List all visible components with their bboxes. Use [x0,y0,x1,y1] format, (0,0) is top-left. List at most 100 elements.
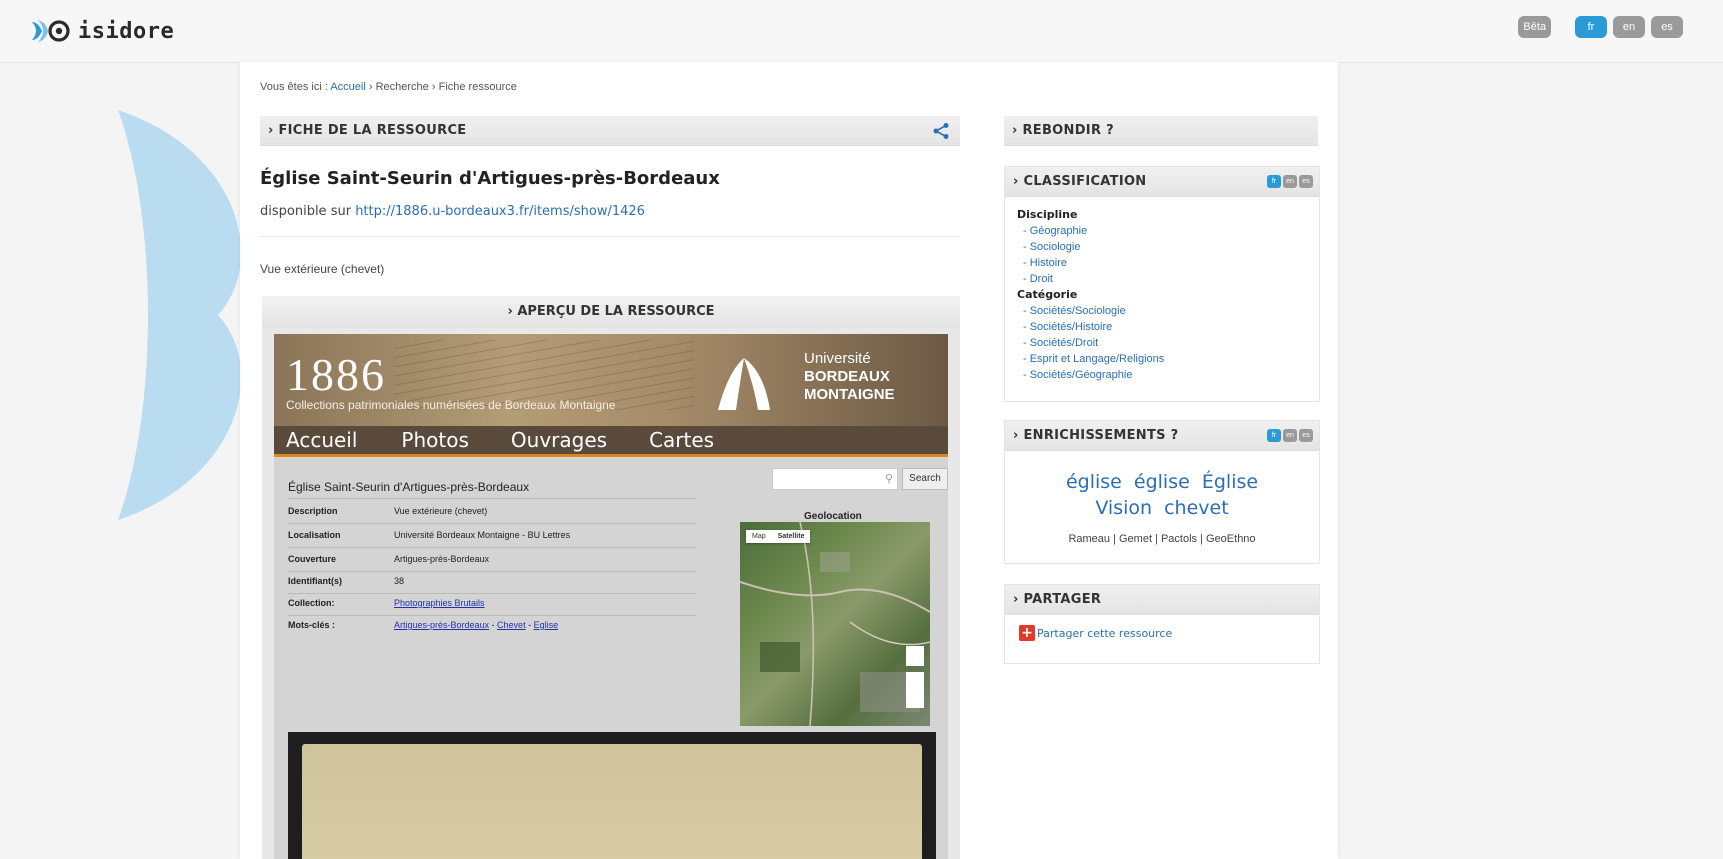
resource-photo-frame [288,732,936,859]
resource-url-link[interactable]: http://1886.u-bordeaux3.fr/items/show/14… [355,204,645,219]
app-name: isidore [78,18,175,44]
classification-lang-icons: fr en es [1267,175,1313,188]
lang-fr-icon[interactable]: fr [1267,429,1281,442]
availability-prefix: disponible sur [260,204,352,219]
lang-fr-icon[interactable]: fr [1267,175,1281,188]
metadata-value: 38 [394,576,405,586]
fiche-section-title: › FICHE DE LA RESSOURCE [268,123,467,138]
breadcrumb-accueil-link[interactable]: Accueil [330,81,365,93]
share-resource-link[interactable]: + Partager cette ressource [1019,625,1172,641]
keyword-tag[interactable]: église [1066,471,1122,493]
top-bar: isidore Bêta fr en es [0,0,1723,63]
keyword-tag[interactable]: Église [1202,471,1258,493]
university-logo-icon [718,358,770,410]
university-line-1: Université [804,350,871,367]
breadcrumb-separator: › [368,81,373,93]
availability: disponible sur http://1886.u-bordeaux3.f… [260,204,645,219]
share-label: Partager cette ressource [1037,626,1173,640]
discipline-label: Discipline [1017,208,1078,221]
discipline-link[interactable]: - Géographie [1017,223,1164,239]
site-nav: Accueil Photos Ouvrages Cartes [274,426,948,457]
discipline-link[interactable]: - Sociologie [1017,239,1164,255]
map-type-tabs: Map Satellite [746,530,811,543]
breadcrumb-recherche: Recherche [375,81,429,93]
vocabularies-list: Rameau | Gemet | Pactols | GeoEthno [1068,533,1256,545]
partager-title: › PARTAGER [1013,592,1102,607]
lang-fr-button[interactable]: fr [1575,16,1607,38]
rebondir-header: › REBONDIR ? [1004,116,1318,146]
divider [288,593,696,594]
search-icon: ⚲ [884,472,893,485]
geolocation-label: Geolocation [804,511,862,522]
metadata-key: Collection: [288,598,335,608]
classification-box: › CLASSIFICATION fr en es Discipline - G… [1004,166,1320,402]
nav-cartes: Cartes [649,428,715,452]
beta-badge: Bêta [1518,16,1551,38]
isidore-logo-icon [32,20,70,42]
partager-header: › PARTAGER [1005,585,1319,615]
embedded-search-button: Search [902,468,948,490]
isidore-logo[interactable]: isidore [30,14,174,48]
metadata-value: Vue extérieure (chevet) [394,506,488,516]
lang-es-button[interactable]: es [1651,16,1683,38]
metadata-key: Mots-clés : [288,620,336,630]
metadata-key: Identifiant(s) [288,576,342,586]
divider [288,498,696,499]
categorie-link[interactable]: - Esprit et Langage/Religions [1017,351,1164,367]
keyword-link: Chevet [497,620,526,630]
nav-photos: Photos [401,428,469,452]
keyword-tag[interactable]: église [1134,471,1190,493]
lang-en-button[interactable]: en [1613,16,1645,38]
preview-screenshot: 1886 Collections patrimoniales numérisée… [274,334,948,859]
keyword-tag[interactable]: chevet [1164,497,1229,519]
language-switcher: Bêta fr en es [1518,16,1683,38]
nav-ouvrages: Ouvrages [510,428,608,452]
satellite-map: Map Satellite [740,522,930,726]
discipline-link[interactable]: - Droit [1017,271,1164,287]
breadcrumb-prefix: Vous êtes ici : [260,81,328,93]
categorie-link[interactable]: - Sociétés/Sociologie [1017,303,1164,319]
metadata-value: Photographies Brutails [394,598,485,608]
main-panel: Vous êtes ici : Accueil › Recherche › Fi… [240,62,1338,859]
breadcrumb-current: Fiche ressource [438,81,517,93]
embedded-item-title: Église Saint-Seurin d'Artigues-près-Bord… [288,480,530,494]
banner-number: 1886 [286,349,386,400]
categorie-label: Catégorie [1017,288,1078,301]
divider [288,571,696,572]
lang-es-icon[interactable]: es [1299,175,1313,188]
resource-preview: 1886 Collections patrimoniales numérisée… [262,328,960,859]
partager-box: › PARTAGER + Partager cette ressource [1004,584,1320,664]
metadata-value: Artigues-près-Bordeaux [394,554,490,564]
enrichissements-box: › ENRICHISSEMENTS ? fr en es église égli… [1004,420,1320,564]
metadata-value: Université Bordeaux Montaigne - BU Lettr… [394,530,571,540]
categorie-link[interactable]: - Sociétés/Droit [1017,335,1164,351]
resource-title: Église Saint-Seurin d'Artigues-près-Bord… [260,168,720,189]
divider [288,523,696,524]
plus-icon: + [1019,625,1035,641]
categorie-link[interactable]: - Sociétés/Géographie [1017,367,1164,383]
lang-en-icon[interactable]: en [1283,175,1297,188]
breadcrumb: Vous êtes ici : Accueil › Recherche › Fi… [260,81,517,93]
university-line-3: MONTAIGNE [804,386,895,403]
embedded-search-input: ⚲ [772,468,898,490]
metadata-key: Couverture [288,554,337,564]
map-tab-satellite: Satellite [777,533,805,540]
site-banner: 1886 Collections patrimoniales numérisée… [274,334,948,426]
resource-description: Vue extérieure (chevet) [260,262,385,276]
keyword-tag[interactable]: Vision [1095,497,1152,519]
apercu-section-header: › APERÇU DE LA RESSOURCE [262,296,960,328]
share-icon[interactable] [932,122,950,140]
lang-es-icon[interactable]: es [1299,429,1313,442]
discipline-link[interactable]: - Histoire [1017,255,1164,271]
map-zoom-control [906,646,924,666]
classification-title: › CLASSIFICATION [1013,174,1147,189]
lang-en-icon[interactable]: en [1283,429,1297,442]
university-line-2: BORDEAUX [804,368,890,385]
fiche-section-header: › FICHE DE LA RESSOURCE [260,116,960,146]
divider [288,547,696,548]
categorie-link[interactable]: - Sociétés/Histoire [1017,319,1164,335]
breadcrumb-separator: › [431,81,436,93]
banner-subtitle: Collections patrimoniales numérisées de … [286,398,616,412]
map-tab-map: Map [752,533,766,540]
divider [288,615,696,616]
